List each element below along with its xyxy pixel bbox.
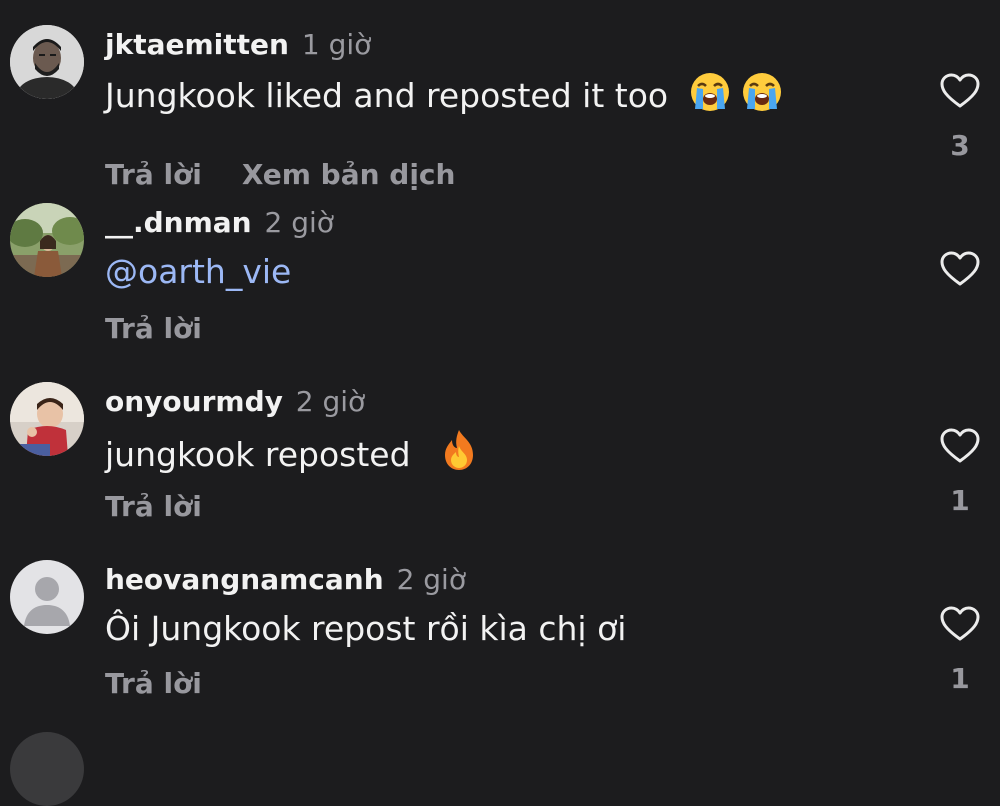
- timestamp: 1 giờ: [301, 28, 372, 61]
- avatar-image: [10, 203, 84, 277]
- reply-button[interactable]: Trả lời: [105, 667, 202, 700]
- reply-button[interactable]: Trả lời: [105, 312, 202, 345]
- timestamp: 2 giờ: [295, 385, 366, 418]
- avatar-image: [10, 25, 84, 99]
- comment-meta: jktaemitten 1 giờ: [105, 25, 371, 65]
- avatar[interactable]: [10, 560, 84, 634]
- see-translation-button[interactable]: Xem bản dịch: [242, 158, 456, 191]
- avatar[interactable]: [10, 203, 84, 277]
- comment-text: Ôi Jungkook repost rồi kìa chị ơi: [105, 606, 626, 652]
- comment-body: Jungkook liked and reposted it too: [105, 76, 669, 115]
- fire-icon: [439, 428, 479, 484]
- comment-meta: onyourmdy 2 giờ: [105, 382, 365, 422]
- comment-actions: Trả lời: [105, 487, 202, 527]
- like-count: 3: [950, 129, 970, 162]
- comment-body: jungkook reposted: [105, 435, 411, 474]
- mention-link[interactable]: @oarth_vie: [105, 252, 291, 291]
- reply-button[interactable]: Trả lời: [105, 158, 202, 191]
- comment-text: @oarth_vie: [105, 249, 291, 295]
- comment-actions: Trả lời: [105, 664, 202, 704]
- avatar[interactable]: [10, 382, 84, 456]
- heart-outline-icon[interactable]: [940, 428, 980, 464]
- loudly-crying-face-icon: [741, 71, 783, 125]
- avatar-image: [10, 382, 84, 456]
- username[interactable]: jktaemitten: [105, 28, 289, 61]
- username[interactable]: heovangnamcanh: [105, 563, 384, 596]
- like-count: 1: [950, 662, 970, 695]
- heart-outline-icon[interactable]: [940, 73, 980, 109]
- heart-outline-icon[interactable]: [940, 251, 980, 287]
- comment-actions: Trả lời: [105, 309, 202, 349]
- timestamp: 2 giờ: [396, 563, 466, 596]
- username[interactable]: __.dnman: [105, 206, 252, 239]
- comment-meta: heovangnamcanh 2 giờ: [105, 560, 466, 600]
- heart-outline-icon[interactable]: [940, 606, 980, 642]
- loudly-crying-face-icon: [689, 71, 731, 125]
- avatar[interactable]: [10, 25, 84, 99]
- like-count: 1: [950, 484, 970, 517]
- reply-button[interactable]: Trả lời: [105, 490, 202, 523]
- comment-text: jungkook reposted: [105, 428, 479, 484]
- comment-body: Ôi Jungkook repost rồi kìa chị ơi: [105, 609, 627, 648]
- comment-actions: Trả lời Xem bản dịch: [105, 155, 455, 195]
- username[interactable]: onyourmdy: [105, 385, 283, 418]
- default-avatar-icon: [10, 560, 84, 634]
- timestamp: 2 giờ: [264, 206, 334, 239]
- comment-meta: __.dnman 2 giờ: [105, 203, 334, 243]
- comment-text: Jungkook liked and reposted it too: [105, 71, 783, 125]
- avatar[interactable]: [10, 732, 84, 806]
